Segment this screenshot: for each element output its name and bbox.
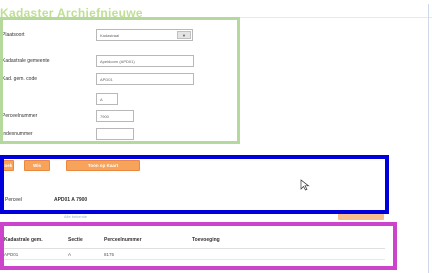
- zoek-button[interactable]: Zoek: [0, 160, 14, 171]
- form-row-perceelnummer: Perceelnummer 7900: [0, 110, 134, 122]
- cell-perceelnummer: 8175: [100, 248, 188, 260]
- table-header-row: Kadastrale gem. Sectie Perceelnummer Toe…: [0, 231, 385, 249]
- mouse-cursor-icon: [300, 179, 310, 191]
- form-row-plaatsoort: Plaatsoort Kadastraal ▼: [0, 29, 193, 41]
- perceel-label: Perceel: [5, 197, 22, 203]
- right-border: [428, 4, 429, 273]
- header-divider: [0, 17, 432, 18]
- dropdown-arrow-icon[interactable]: ▼: [177, 31, 191, 39]
- perceelnummer-label: Perceelnummer: [2, 113, 38, 119]
- form-row-kad-gem-code: Kad. gem. code APD01: [0, 73, 194, 85]
- form-row-sectie: A: [0, 93, 118, 105]
- sectie-input[interactable]: A: [96, 93, 118, 105]
- kadastrale-gemeente-input[interactable]: Apeldoorn (APD01): [96, 55, 194, 67]
- perceelnummer-input[interactable]: 7900: [96, 110, 134, 122]
- results-link[interactable]: Alle bekende: [64, 214, 136, 221]
- kad-gem-code-label: Kad. gem. code: [2, 76, 38, 82]
- col-header-kadastrale-gem[interactable]: Kadastrale gem.: [0, 231, 64, 249]
- sectie-value: A: [100, 96, 103, 102]
- kadastrale-gemeente-label: Kadastrale gemeente: [2, 58, 50, 64]
- col-header-toevoeging[interactable]: Toevoeging: [188, 231, 385, 249]
- action-pill-button[interactable]: [338, 211, 384, 220]
- buttons-highlight-box: [0, 155, 389, 214]
- perceel-summary: Perceel APD01 A 7900: [5, 197, 87, 203]
- wis-button[interactable]: Wis: [24, 160, 50, 171]
- plaatsoort-select[interactable]: Kadastraal ▼: [96, 29, 193, 41]
- results-table: Kadastrale gem. Sectie Perceelnummer Toe…: [0, 231, 385, 260]
- cell-kadastrale-gem: APD01: [0, 248, 64, 260]
- plaatsoort-value: Kadastraal: [100, 32, 120, 38]
- kad-gem-code-input[interactable]: APD01: [96, 73, 194, 85]
- perceelnummer-value: 7900: [100, 113, 109, 119]
- perceel-value: APD01 A 7900: [53, 197, 88, 203]
- table-row[interactable]: APD01 A 8175: [0, 248, 385, 260]
- col-header-sectie[interactable]: Sectie: [64, 231, 100, 249]
- cell-toevoeging: [188, 248, 385, 260]
- form-row-kadastrale-gemeente: Kadastrale gemeente Apeldoorn (APD01): [0, 55, 194, 67]
- kad-gem-code-value: APD01: [100, 76, 113, 82]
- indexnummer-label: Indexnummer: [2, 131, 33, 137]
- kadastrale-gemeente-value: Apeldoorn (APD01): [100, 58, 135, 64]
- indexnummer-input[interactable]: [96, 128, 134, 140]
- plaatsoort-label: Plaatsoort: [2, 32, 25, 38]
- cell-sectie: A: [64, 248, 100, 260]
- col-header-perceelnummer[interactable]: Perceelnummer: [100, 231, 188, 249]
- toon-op-kaart-button[interactable]: Toon op Kaart: [66, 160, 140, 171]
- form-row-indexnummer: Indexnummer: [0, 128, 134, 140]
